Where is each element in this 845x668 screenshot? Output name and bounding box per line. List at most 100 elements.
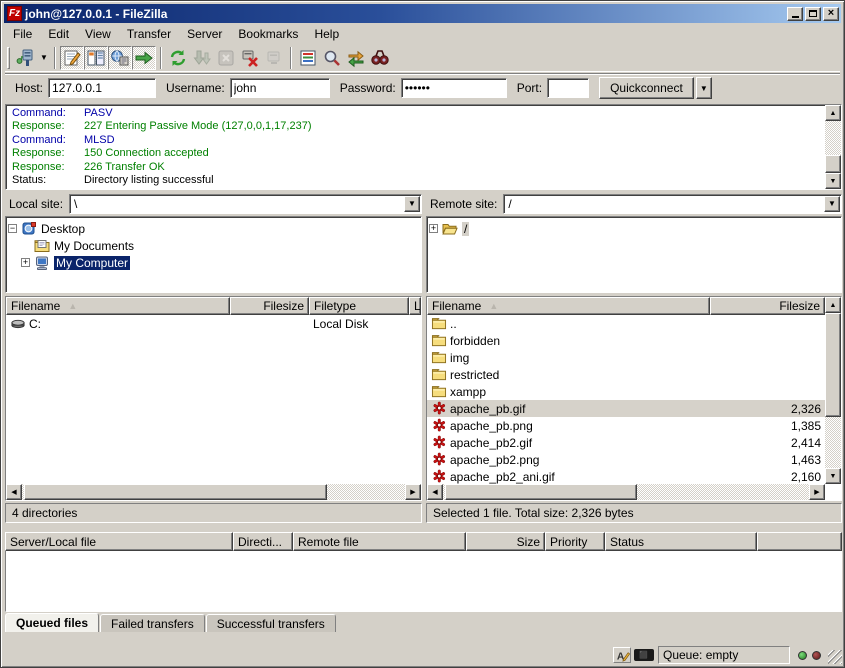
local-site-dropdown[interactable]: ▼ bbox=[404, 196, 420, 212]
remote-list-body[interactable]: .. forbidden img restricted xampp apache… bbox=[427, 315, 825, 484]
image-file-icon bbox=[431, 452, 447, 467]
column-filename[interactable]: Filename▲ bbox=[427, 297, 710, 315]
column-direction[interactable]: Directi... bbox=[233, 532, 293, 551]
speedlimit-indicator-icon[interactable]: ⬛ bbox=[634, 649, 654, 661]
refresh-button[interactable] bbox=[166, 46, 190, 70]
sort-ascending-icon: ▲ bbox=[489, 301, 498, 311]
refresh-icon bbox=[168, 48, 188, 68]
remote-list-header: Filename▲ Filesize bbox=[427, 297, 825, 315]
password-input[interactable] bbox=[401, 78, 507, 98]
scroll-thumb[interactable] bbox=[825, 155, 841, 173]
remote-file-row[interactable]: .. bbox=[427, 315, 825, 332]
toggle-message-log-button[interactable] bbox=[60, 46, 84, 70]
menu-view[interactable]: View bbox=[77, 26, 119, 42]
directory-comparison-button[interactable] bbox=[320, 46, 344, 70]
scroll-thumb[interactable] bbox=[445, 484, 637, 500]
site-manager-dropdown[interactable]: ▼ bbox=[38, 46, 50, 70]
remote-site-dropdown[interactable]: ▼ bbox=[824, 196, 840, 212]
transfer-type-indicator-icon[interactable] bbox=[613, 647, 631, 663]
menu-help[interactable]: Help bbox=[306, 26, 347, 42]
menu-server[interactable]: Server bbox=[179, 26, 230, 42]
expand-expander[interactable]: + bbox=[21, 258, 30, 267]
maximize-button[interactable] bbox=[805, 7, 821, 21]
remote-file-row[interactable]: apache_pb.png1,385 bbox=[427, 417, 825, 434]
column-filesize[interactable]: Filesize bbox=[230, 297, 309, 315]
column-lastmodified[interactable]: L bbox=[409, 297, 421, 315]
directory-filters-button[interactable] bbox=[296, 46, 320, 70]
scroll-thumb[interactable] bbox=[24, 484, 327, 500]
scroll-up-button[interactable]: ▲ bbox=[825, 105, 841, 121]
column-filename[interactable]: Filename▲ bbox=[6, 297, 230, 315]
local-list-body[interactable]: C: Local Disk bbox=[6, 315, 421, 484]
desktop-icon bbox=[21, 221, 37, 237]
column-size[interactable]: Size bbox=[466, 532, 545, 551]
menu-transfer[interactable]: Transfer bbox=[119, 26, 179, 42]
host-input[interactable] bbox=[48, 78, 156, 98]
remote-horizontal-scrollbar[interactable]: ◀ ▶ bbox=[427, 484, 825, 500]
remote-file-row[interactable]: apache_pb2.gif2,414 bbox=[427, 434, 825, 451]
toggle-queue-button[interactable] bbox=[132, 46, 156, 70]
synchronized-browsing-button[interactable] bbox=[344, 46, 368, 70]
close-button[interactable]: × bbox=[823, 7, 839, 21]
remote-file-row[interactable]: forbidden bbox=[427, 332, 825, 349]
process-queue-icon bbox=[192, 48, 212, 68]
tree-item-my-computer[interactable]: + My Computer bbox=[8, 254, 419, 271]
transfer-queue: Server/Local file Directi... Remote file… bbox=[5, 532, 842, 612]
queue-body[interactable] bbox=[5, 551, 842, 612]
remote-file-row[interactable]: img bbox=[427, 349, 825, 366]
menu-edit[interactable]: Edit bbox=[40, 26, 77, 42]
minimize-button[interactable] bbox=[787, 7, 803, 21]
column-priority[interactable]: Priority bbox=[545, 532, 605, 551]
remote-file-row[interactable]: xampp bbox=[427, 383, 825, 400]
remote-file-row[interactable]: restricted bbox=[427, 366, 825, 383]
toggle-local-tree-button[interactable] bbox=[84, 46, 108, 70]
toggle-remote-tree-button[interactable] bbox=[108, 46, 132, 70]
expand-expander[interactable]: + bbox=[429, 224, 438, 233]
local-file-row[interactable]: C: Local Disk bbox=[6, 315, 421, 332]
menu-bookmarks[interactable]: Bookmarks bbox=[230, 26, 306, 42]
scroll-down-button[interactable]: ▼ bbox=[825, 468, 841, 484]
column-server-local-file[interactable]: Server/Local file bbox=[5, 532, 233, 551]
scroll-left-button[interactable]: ◀ bbox=[427, 484, 443, 500]
resize-grip[interactable] bbox=[828, 650, 842, 664]
tab-successful-transfers[interactable]: Successful transfers bbox=[206, 614, 336, 632]
remote-file-row[interactable]: apache_pb2_ani.gif2,160 bbox=[427, 468, 825, 484]
remote-vertical-scrollbar[interactable]: ▲ ▼ bbox=[825, 297, 841, 484]
tab-failed-transfers[interactable]: Failed transfers bbox=[100, 614, 205, 632]
username-input[interactable] bbox=[230, 78, 330, 98]
site-manager-button[interactable] bbox=[14, 46, 38, 70]
column-remote-file[interactable]: Remote file bbox=[293, 532, 466, 551]
remote-file-row[interactable]: apache_pb2.png1,463 bbox=[427, 451, 825, 468]
quickconnect-button[interactable]: Quickconnect bbox=[599, 77, 694, 99]
column-status[interactable]: Status bbox=[605, 532, 757, 551]
disconnect-button[interactable] bbox=[238, 46, 262, 70]
local-site-combobox[interactable]: \ ▼ bbox=[69, 194, 422, 214]
find-files-button[interactable] bbox=[368, 46, 392, 70]
scroll-right-button[interactable]: ▶ bbox=[405, 484, 421, 500]
tree-item-desktop[interactable]: − Desktop bbox=[8, 220, 419, 237]
scroll-up-button[interactable]: ▲ bbox=[825, 297, 841, 313]
queue-size-box: Queue: empty bbox=[658, 646, 790, 664]
scroll-thumb[interactable] bbox=[825, 313, 841, 417]
folder-icon bbox=[431, 316, 447, 331]
scroll-right-button[interactable]: ▶ bbox=[809, 484, 825, 500]
tree-item-root[interactable]: + / bbox=[429, 220, 839, 237]
tree-item-my-documents[interactable]: My Documents bbox=[8, 237, 419, 254]
collapse-expander[interactable]: − bbox=[8, 224, 17, 233]
toolbar-grip[interactable] bbox=[7, 47, 10, 69]
menu-file[interactable]: File bbox=[5, 26, 40, 42]
remote-file-row-selected[interactable]: apache_pb.gif2,326 bbox=[427, 400, 825, 417]
quickconnect-dropdown[interactable]: ▼ bbox=[696, 77, 712, 99]
scroll-left-button[interactable]: ◀ bbox=[6, 484, 22, 500]
log-vertical-scrollbar[interactable]: ▲ ▼ bbox=[825, 105, 841, 189]
recv-activity-led bbox=[798, 651, 807, 660]
port-input[interactable] bbox=[547, 78, 589, 98]
tab-queued-files[interactable]: Queued files bbox=[5, 613, 99, 632]
title-bar[interactable]: Fz john@127.0.0.1 - FileZilla × bbox=[4, 4, 841, 23]
column-filetype[interactable]: Filetype bbox=[309, 297, 409, 315]
column-filesize[interactable]: Filesize bbox=[710, 297, 825, 315]
remote-site-combobox[interactable]: / ▼ bbox=[503, 194, 842, 214]
local-horizontal-scrollbar[interactable]: ◀ ▶ bbox=[6, 484, 421, 500]
folder-icon bbox=[431, 333, 447, 348]
scroll-down-button[interactable]: ▼ bbox=[825, 173, 841, 189]
